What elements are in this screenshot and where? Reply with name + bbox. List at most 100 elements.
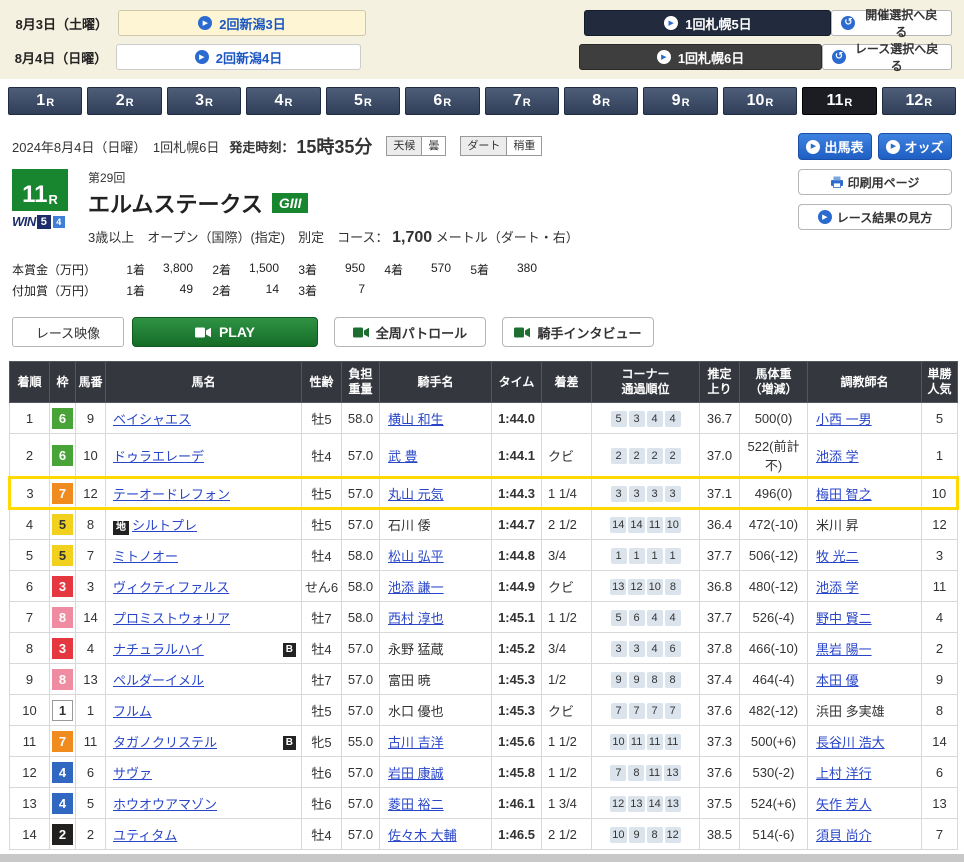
tab-12r[interactable]: 12R <box>882 87 956 115</box>
play-video-button[interactable]: PLAY <box>132 317 318 347</box>
tab-2r[interactable]: 2R <box>87 87 161 115</box>
horse-name-link[interactable]: ドゥラエレーデ <box>113 449 204 464</box>
horse-name-link[interactable]: ナチュラルハイ <box>113 642 204 657</box>
back-to-race-select-button[interactable]: ↺ レース選択へ戻る <box>822 44 952 70</box>
corner-positions: 12131413 <box>592 788 700 819</box>
meeting-button-sapporo-day6-current[interactable]: ▶ 1回札幌6日 <box>579 44 822 70</box>
corner-positions: 1111 <box>592 540 700 571</box>
horse-name-link[interactable]: テーオードレフォン <box>113 487 230 502</box>
trainer-link[interactable]: 池添 学 <box>816 449 859 464</box>
corner-position: 11 <box>647 517 663 533</box>
frame-badge: 8 <box>52 607 73 628</box>
jockey-link[interactable]: 松山 弘平 <box>388 549 444 564</box>
odds-button[interactable]: ▶ オッズ <box>878 133 952 160</box>
jockey-link[interactable]: 西村 淳也 <box>388 611 444 626</box>
meeting-button-niigata-day3[interactable]: ▶ 2回新潟3日 <box>118 10 367 36</box>
horse-name-link[interactable]: サヴァ <box>113 766 152 781</box>
date-label-saturday: 8月3日（土曜） <box>12 14 112 33</box>
corner-positions: 9988 <box>592 664 700 695</box>
carried-weight: 57.0 <box>342 478 380 509</box>
carried-weight: 57.0 <box>342 819 380 850</box>
corner-position: 6 <box>629 610 645 626</box>
horse-name-link[interactable]: ホウオウアマゾン <box>113 797 217 812</box>
meeting-label: 2回新潟3日 <box>219 14 285 33</box>
jockey-link[interactable]: 池添 謙一 <box>388 580 444 595</box>
horse-name-link[interactable]: シルトプレ <box>132 518 197 533</box>
horse-weight: 526(-4) <box>740 602 808 633</box>
trainer-link[interactable]: 須貝 尚介 <box>816 828 872 843</box>
print-page-button[interactable]: 印刷用ページ <box>798 169 952 195</box>
finish-position: 5 <box>10 540 50 571</box>
column-header: 着差 <box>542 362 592 403</box>
frame-badge: 4 <box>52 793 73 814</box>
back-to-meeting-select-button[interactable]: ↺ 開催選択へ戻る <box>831 10 952 36</box>
corner-position: 9 <box>629 672 645 688</box>
trainer-link[interactable]: 野中 賢二 <box>816 611 872 626</box>
tab-5r[interactable]: 5R <box>326 87 400 115</box>
tab-8r[interactable]: 8R <box>564 87 638 115</box>
margin: 1 1/2 <box>542 757 592 788</box>
jockey-link[interactable]: 横山 和生 <box>388 412 444 427</box>
jockey-link[interactable]: 武 豊 <box>388 449 418 464</box>
meeting-button-sapporo-day5[interactable]: ▶ 1回札幌5日 <box>584 10 831 36</box>
patrol-video-button[interactable]: 全周パトロール <box>334 317 486 347</box>
horse-name-link[interactable]: ユティタム <box>113 828 177 843</box>
entries-button[interactable]: ▶ 出馬表 <box>798 133 872 160</box>
trainer-link[interactable]: 長谷川 浩大 <box>816 735 885 750</box>
corner-position: 1 <box>629 548 645 564</box>
horse-name-link[interactable]: タガノクリステル <box>113 735 217 750</box>
results-guide-button[interactable]: ▶ レース結果の見方 <box>798 204 952 230</box>
meeting-button-niigata-day4[interactable]: ▶ 2回新潟4日 <box>116 44 361 70</box>
horse-name-link[interactable]: ベイシャエス <box>113 412 191 427</box>
tab-9r[interactable]: 9R <box>643 87 717 115</box>
tab-6r[interactable]: 6R <box>405 87 479 115</box>
horse-name-link[interactable]: プロミストウォリア <box>113 611 230 626</box>
prize-amount: 3,800 <box>145 261 193 278</box>
finish-time: 1:46.5 <box>492 819 542 850</box>
win5-logo: WIN 5 4 <box>12 214 78 229</box>
carried-weight: 57.0 <box>342 664 380 695</box>
tab-3r[interactable]: 3R <box>167 87 241 115</box>
trainer-link[interactable]: 上村 洋行 <box>816 766 872 781</box>
tab-11r[interactable]: 11R <box>802 87 876 115</box>
horse-name-link[interactable]: ペルダーイメル <box>113 673 204 688</box>
corner-position: 11 <box>646 765 662 781</box>
jockey-interview-button[interactable]: 騎手インタビュー <box>502 317 654 347</box>
horse-name-link[interactable]: フルム <box>113 704 152 719</box>
horse-weight: 472(-10) <box>740 509 808 540</box>
tab-7r[interactable]: 7R <box>485 87 559 115</box>
tab-1r[interactable]: 1R <box>8 87 82 115</box>
margin <box>542 403 592 434</box>
horse-weight: 480(-12) <box>740 571 808 602</box>
trainer-link[interactable]: 牧 光二 <box>816 549 859 564</box>
win-favorite: 12 <box>922 509 958 540</box>
horse-name-link[interactable]: ヴィクティファルス <box>113 580 229 595</box>
trainer-link[interactable]: 矢作 芳人 <box>816 797 872 812</box>
last-3f: 36.8 <box>700 571 740 602</box>
corner-position: 3 <box>611 486 627 502</box>
win-favorite: 9 <box>922 664 958 695</box>
tab-10r[interactable]: 10R <box>723 87 797 115</box>
carried-weight: 58.0 <box>342 571 380 602</box>
jockey-link: 富田 暁 <box>388 673 431 688</box>
trainer-link[interactable]: 黒岩 陽一 <box>816 642 872 657</box>
table-row: 1 6 9 ベイシャエス 牡5 58.0 横山 和生 1:44.0 5344 3… <box>10 403 958 434</box>
race-video-label[interactable]: レース映像 <box>12 317 124 347</box>
date-navigation: 8月3日（土曜） ▶ 2回新潟3日 ▶ 1回札幌5日 ↺ 開催選択へ戻る 8月4… <box>0 0 964 79</box>
tab-4r[interactable]: 4R <box>246 87 320 115</box>
trainer-link[interactable]: 本田 優 <box>816 673 859 688</box>
play-circle-icon: ▶ <box>886 140 900 154</box>
horse-name-link[interactable]: ミトノオー <box>113 549 178 564</box>
jockey-link[interactable]: 古川 吉洋 <box>388 735 444 750</box>
trainer-link[interactable]: 小西 一男 <box>816 412 872 427</box>
horse-number: 5 <box>76 788 106 819</box>
trainer-link[interactable]: 池添 学 <box>816 580 859 595</box>
jockey-link[interactable]: 菱田 裕二 <box>388 797 444 812</box>
corner-position: 13 <box>610 579 626 595</box>
jockey-link[interactable]: 丸山 元気 <box>388 487 444 502</box>
column-header: 負担 重量 <box>342 362 380 403</box>
trainer-link[interactable]: 梅田 智之 <box>816 487 872 502</box>
jockey-link[interactable]: 佐々木 大輔 <box>388 828 457 843</box>
margin: 1 1/2 <box>542 602 592 633</box>
jockey-link[interactable]: 岩田 康誠 <box>388 766 444 781</box>
